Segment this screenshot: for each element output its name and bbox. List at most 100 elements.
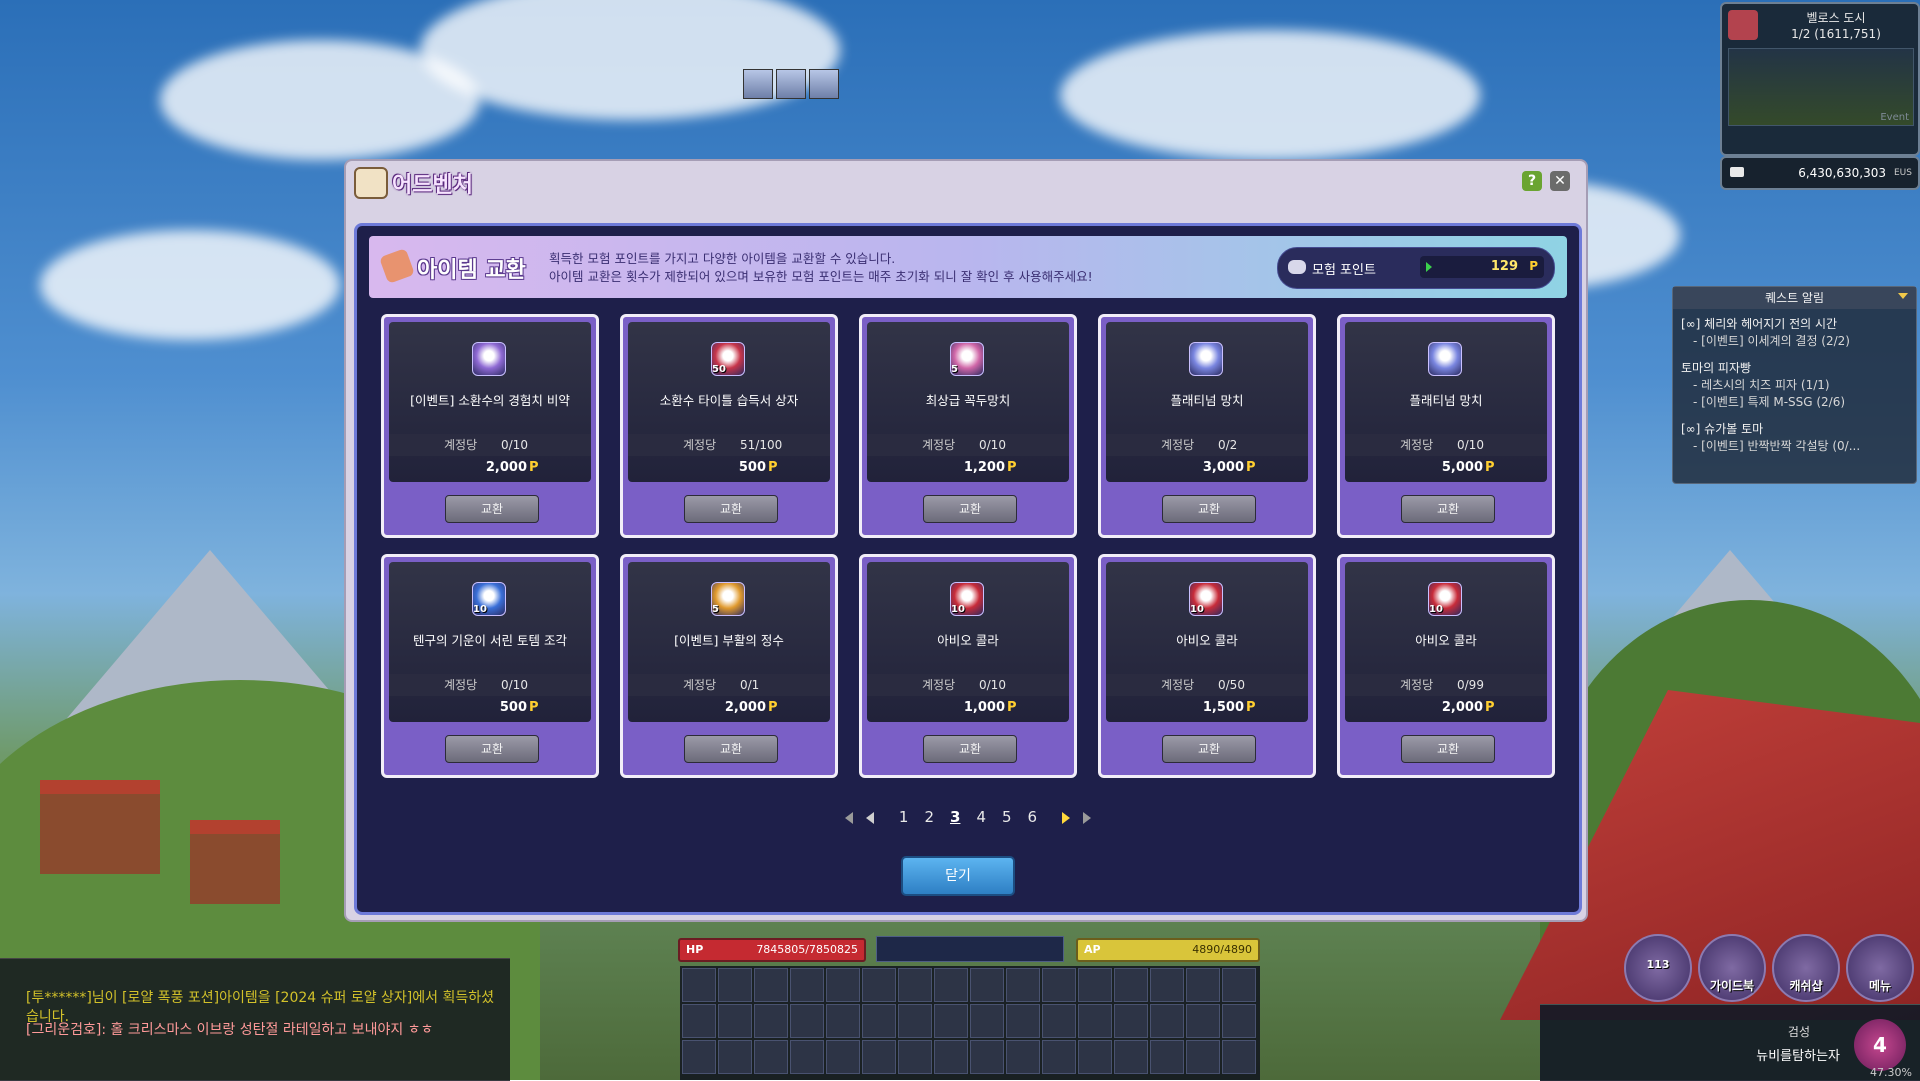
- buff-bar[interactable]: [876, 936, 1064, 962]
- exchange-button[interactable]: 교환: [684, 495, 778, 523]
- mail-icon[interactable]: [1730, 167, 1744, 177]
- quickslot[interactable]: [1006, 1040, 1040, 1074]
- quickslot[interactable]: [1078, 968, 1112, 1002]
- guidebook-button[interactable]: 가이드북: [1698, 934, 1766, 1002]
- menu-label: 메뉴: [1868, 979, 1892, 993]
- quickslot[interactable]: [1006, 1004, 1040, 1038]
- item-icon[interactable]: [1189, 342, 1223, 376]
- quickslot[interactable]: [970, 1040, 1004, 1074]
- quickslot[interactable]: [682, 1040, 716, 1074]
- quickslot[interactable]: [1222, 968, 1256, 1002]
- quickslot[interactable]: [754, 1040, 788, 1074]
- item-name: 최상급 꼭두망치: [925, 393, 1011, 408]
- limit-row: 계정당 0/10: [1345, 434, 1547, 456]
- quickslot[interactable]: [1078, 1004, 1112, 1038]
- quickslot[interactable]: [1042, 1040, 1076, 1074]
- item-icon[interactable]: [472, 342, 506, 376]
- quickslot[interactable]: [826, 968, 860, 1002]
- quickslot[interactable]: [1042, 1004, 1076, 1038]
- quickslot[interactable]: [1186, 968, 1220, 1002]
- quickslot[interactable]: [898, 968, 932, 1002]
- quickslot[interactable]: [970, 968, 1004, 1002]
- exchange-button[interactable]: 교환: [445, 495, 539, 523]
- level-ring-button[interactable]: 113: [1624, 934, 1692, 1002]
- quickslot[interactable]: [1186, 1040, 1220, 1074]
- quickslot[interactable]: [1222, 1004, 1256, 1038]
- quickslot[interactable]: [934, 968, 968, 1002]
- limit-row: 계정당 0/10: [867, 674, 1069, 696]
- page-number[interactable]: 2: [924, 808, 934, 826]
- quickslot[interactable]: [754, 1004, 788, 1038]
- quickslot[interactable]: [1150, 968, 1184, 1002]
- character-level[interactable]: 4: [1854, 1019, 1906, 1071]
- exchange-button[interactable]: 교환: [1162, 495, 1256, 523]
- page-number[interactable]: 5: [1002, 808, 1012, 826]
- quickslot[interactable]: [1150, 1040, 1184, 1074]
- quickslot[interactable]: [682, 1004, 716, 1038]
- exchange-button[interactable]: 교환: [923, 735, 1017, 763]
- item-name: [이벤트] 부활의 정수: [674, 633, 784, 648]
- dialog-titlebar[interactable]: 어드벤처 ? ✕: [346, 161, 1586, 203]
- quickslot[interactable]: [718, 1004, 752, 1038]
- quickslot[interactable]: [826, 1004, 860, 1038]
- prev-page-icon[interactable]: [866, 811, 875, 824]
- quickslot[interactable]: [1114, 1040, 1148, 1074]
- exchange-button[interactable]: 교환: [1401, 735, 1495, 763]
- quickslot[interactable]: [934, 1004, 968, 1038]
- page-number[interactable]: 1: [899, 808, 909, 826]
- first-page-icon[interactable]: [845, 811, 854, 824]
- house: [190, 820, 280, 904]
- minimap-title: 벨로스 도시 1/2 (1611,751): [1766, 10, 1906, 42]
- quickslot[interactable]: [790, 1040, 824, 1074]
- collapse-icon[interactable]: [1898, 293, 1908, 299]
- party-member-portrait[interactable]: [809, 69, 839, 99]
- item-icon[interactable]: [1428, 342, 1462, 376]
- quickslot[interactable]: [718, 1040, 752, 1074]
- quickslot[interactable]: [898, 1040, 932, 1074]
- quickslot[interactable]: [1114, 1004, 1148, 1038]
- minimap[interactable]: 벨로스 도시 1/2 (1611,751) Event: [1720, 2, 1920, 156]
- page-number[interactable]: 6: [1028, 808, 1038, 826]
- exchange-button[interactable]: 교환: [1162, 735, 1256, 763]
- quickslot[interactable]: [1078, 1040, 1112, 1074]
- menu-button[interactable]: 메뉴: [1846, 934, 1914, 1002]
- close-button[interactable]: 닫기: [901, 856, 1015, 896]
- quickslot[interactable]: [898, 1004, 932, 1038]
- cashshop-button[interactable]: 캐쉬샵: [1772, 934, 1840, 1002]
- quickslot[interactable]: [682, 968, 716, 1002]
- close-icon[interactable]: ✕: [1550, 171, 1570, 191]
- help-button[interactable]: ?: [1522, 171, 1542, 191]
- quickslot[interactable]: [1186, 1004, 1220, 1038]
- page-number[interactable]: 4: [976, 808, 986, 826]
- exchange-button[interactable]: 교환: [923, 495, 1017, 523]
- quickslot[interactable]: [1042, 968, 1076, 1002]
- quickslot[interactable]: [1222, 1040, 1256, 1074]
- quest-alert-header[interactable]: 퀘스트 알림: [1673, 287, 1916, 309]
- quickslot[interactable]: [970, 1004, 1004, 1038]
- quest-item[interactable]: [∞] 체리와 헤어지기 전의 시간 - [이벤트] 이세계의 결정 (2/2): [1681, 315, 1908, 349]
- quickslot[interactable]: [862, 1004, 896, 1038]
- page-number[interactable]: 3: [950, 808, 960, 826]
- quickslot[interactable]: [826, 1040, 860, 1074]
- quickslot[interactable]: [790, 968, 824, 1002]
- quickslot[interactable]: [862, 1040, 896, 1074]
- exchange-button[interactable]: 교환: [684, 735, 778, 763]
- quickslot[interactable]: [718, 968, 752, 1002]
- next-page-icon[interactable]: [1061, 811, 1070, 824]
- chat-window[interactable]: [투******]님이 [로얄 폭풍 포션]아이템을 [2024 슈퍼 로얄 상…: [0, 958, 510, 1081]
- quickslot[interactable]: [1114, 968, 1148, 1002]
- quest-item[interactable]: 토마의 피자빵 - 레츠시의 치즈 피자 (1/1) - [이벤트] 특제 M-…: [1681, 359, 1908, 410]
- last-page-icon[interactable]: [1082, 811, 1091, 824]
- exchange-button[interactable]: 교환: [445, 735, 539, 763]
- quickslot[interactable]: [790, 1004, 824, 1038]
- quickslot[interactable]: [1006, 968, 1040, 1002]
- quickslot[interactable]: [754, 968, 788, 1002]
- quest-item[interactable]: [∞] 슈가볼 토마 - [이벤트] 반짝반짝 각설탕 (0/...: [1681, 420, 1908, 454]
- party-member-portrait[interactable]: [743, 69, 773, 99]
- quickslot[interactable]: [934, 1040, 968, 1074]
- minimap-view[interactable]: Event: [1728, 48, 1914, 126]
- exchange-button[interactable]: 교환: [1401, 495, 1495, 523]
- party-member-portrait[interactable]: [776, 69, 806, 99]
- quickslot[interactable]: [1150, 1004, 1184, 1038]
- quickslot[interactable]: [862, 968, 896, 1002]
